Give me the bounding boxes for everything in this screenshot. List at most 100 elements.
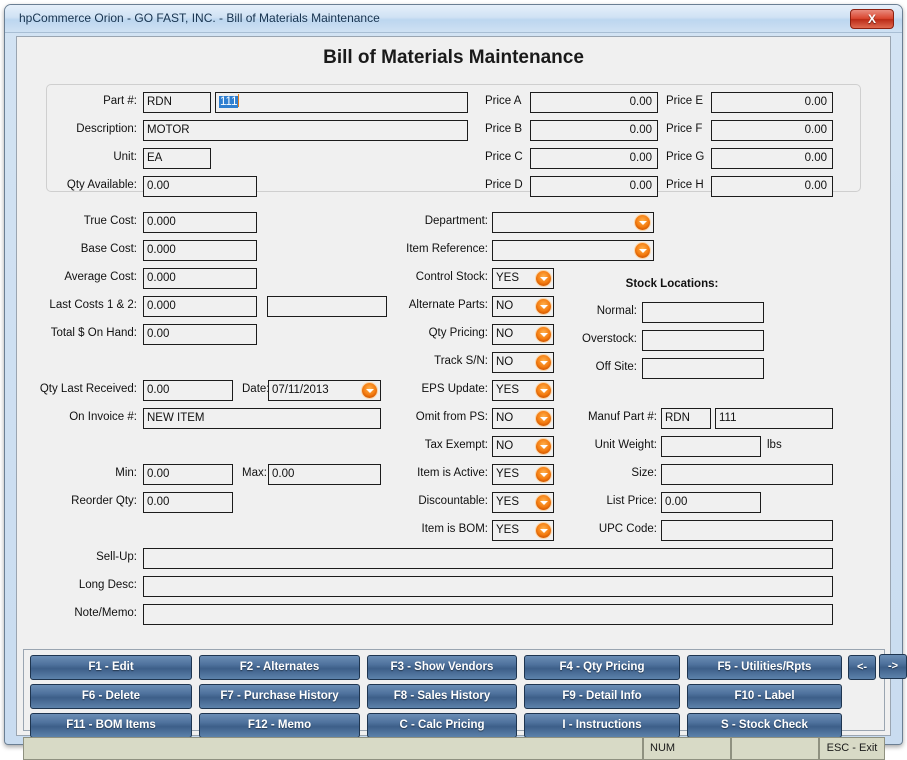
list-price-field[interactable]: 0.00	[661, 492, 761, 513]
true-cost-field[interactable]: 0.000	[143, 212, 257, 233]
note-memo-field[interactable]	[143, 604, 833, 625]
off-site-field[interactable]	[642, 358, 764, 379]
price-e-field[interactable]: 0.00	[711, 92, 833, 113]
chevron-down-icon[interactable]	[536, 467, 551, 482]
chevron-down-icon[interactable]	[635, 243, 650, 258]
application-window: hpCommerce Orion - GO FAST, INC. - Bill …	[4, 4, 907, 760]
upc-code-field[interactable]	[661, 520, 833, 541]
alternate-parts-label: Alternate Parts:	[408, 299, 488, 311]
text-caret	[238, 94, 240, 107]
chevron-down-icon[interactable]	[536, 411, 551, 426]
previous-record-button[interactable]: <-	[848, 655, 876, 680]
price-h-field[interactable]: 0.00	[711, 176, 833, 197]
chevron-down-icon[interactable]	[635, 215, 650, 230]
department-field[interactable]	[492, 212, 654, 233]
chevron-down-icon[interactable]	[536, 327, 551, 342]
eps-update-combo[interactable]: YES	[492, 380, 554, 401]
on-invoice-field[interactable]: NEW ITEM	[143, 408, 381, 429]
total-on-hand-label: Total $ On Hand:	[50, 327, 137, 339]
stock-locations-heading: Stock Locations:	[625, 278, 719, 290]
qty-available-label: Qty Available:	[66, 179, 137, 191]
track-sn-combo[interactable]: NO	[492, 352, 554, 373]
control-stock-combo[interactable]: YES	[492, 268, 554, 289]
chevron-down-icon[interactable]	[536, 523, 551, 538]
department-combo[interactable]	[492, 212, 654, 233]
c-calc-pricing-button[interactable]: C - Calc Pricing	[367, 713, 517, 738]
description-field[interactable]: MOTOR	[143, 120, 468, 141]
tax-exempt-combo[interactable]: NO	[492, 436, 554, 457]
next-record-button[interactable]: ->	[879, 654, 907, 679]
average-cost-field[interactable]: 0.000	[143, 268, 257, 289]
qty-last-received-field[interactable]: 0.00	[143, 380, 233, 401]
reorder-qty-field[interactable]: 0.00	[143, 492, 233, 513]
price-a-field[interactable]: 0.00	[530, 92, 658, 113]
normal-field[interactable]	[642, 302, 764, 323]
manuf-part-prefix-field[interactable]: RDN	[661, 408, 711, 429]
price-d-field[interactable]: 0.00	[530, 176, 658, 197]
last-costs-label: Last Costs 1 & 2:	[49, 299, 137, 311]
f4-qty-pricing-button[interactable]: F4 - Qty Pricing	[524, 655, 680, 680]
base-cost-label: Base Cost:	[80, 243, 137, 255]
chevron-down-icon[interactable]	[536, 383, 551, 398]
true-cost-label: True Cost:	[83, 215, 137, 227]
last-cost-1-field[interactable]: 0.000	[143, 296, 257, 317]
part-number-field[interactable]: 111	[215, 92, 468, 113]
chevron-down-icon[interactable]	[536, 495, 551, 510]
client-area: Bill of Materials Maintenance Part #: RD…	[16, 36, 907, 760]
min-field[interactable]: 0.00	[143, 464, 233, 485]
unit-field[interactable]: EA	[143, 148, 211, 169]
alternate-parts-combo[interactable]: NO	[492, 296, 554, 317]
department-label: Department:	[424, 215, 488, 227]
function-button-bar: F1 - Edit F2 - Alternates F3 - Show Vend…	[23, 649, 885, 738]
price-g-field[interactable]: 0.00	[711, 148, 833, 169]
chevron-down-icon[interactable]	[536, 355, 551, 370]
note-memo-label: Note/Memo:	[74, 607, 137, 619]
overstock-label: Overstock:	[582, 333, 637, 345]
f9-detail-info-button[interactable]: F9 - Detail Info	[524, 684, 680, 709]
size-field[interactable]	[661, 464, 833, 485]
reorder-qty-label: Reorder Qty:	[71, 495, 137, 507]
close-button[interactable]: X	[850, 9, 894, 29]
f11-bom-items-button[interactable]: F11 - BOM Items	[30, 713, 192, 738]
long-desc-label: Long Desc:	[78, 579, 137, 591]
max-field[interactable]: 0.00	[268, 464, 381, 485]
price-b-field[interactable]: 0.00	[530, 120, 658, 141]
discountable-combo[interactable]: YES	[492, 492, 554, 513]
f3-show-vendors-button[interactable]: F3 - Show Vendors	[367, 655, 517, 680]
f1-edit-button[interactable]: F1 - Edit	[30, 655, 192, 680]
item-is-bom-combo[interactable]: YES	[492, 520, 554, 541]
item-reference-combo[interactable]	[492, 240, 654, 261]
i-instructions-button[interactable]: I - Instructions	[524, 713, 680, 738]
item-is-active-label: Item is Active:	[417, 467, 488, 479]
average-cost-label: Average Cost:	[64, 271, 137, 283]
f12-memo-button[interactable]: F12 - Memo	[199, 713, 360, 738]
sell-up-field[interactable]	[143, 548, 833, 569]
item-is-active-combo[interactable]: YES	[492, 464, 554, 485]
min-label: Min:	[115, 467, 137, 479]
f10-label-button[interactable]: F10 - Label	[687, 684, 842, 709]
base-cost-field[interactable]: 0.000	[143, 240, 257, 261]
manuf-part-number-field[interactable]: 111	[715, 408, 833, 429]
overstock-field[interactable]	[642, 330, 764, 351]
s-stock-check-button[interactable]: S - Stock Check	[687, 713, 842, 738]
qty-available-field[interactable]: 0.00	[143, 176, 257, 197]
f2-alternates-button[interactable]: F2 - Alternates	[199, 655, 360, 680]
date-combo[interactable]: 07/11/2013	[268, 380, 381, 401]
chevron-down-icon[interactable]	[536, 271, 551, 286]
f6-delete-button[interactable]: F6 - Delete	[30, 684, 192, 709]
chevron-down-icon[interactable]	[536, 299, 551, 314]
on-invoice-label: On Invoice #:	[69, 411, 137, 423]
total-on-hand-field[interactable]: 0.00	[143, 324, 257, 345]
chevron-down-icon[interactable]	[536, 439, 551, 454]
f7-purchase-history-button[interactable]: F7 - Purchase History	[199, 684, 360, 709]
price-c-field[interactable]: 0.00	[530, 148, 658, 169]
part-prefix-field[interactable]: RDN	[143, 92, 211, 113]
price-f-field[interactable]: 0.00	[711, 120, 833, 141]
long-desc-field[interactable]	[143, 576, 833, 597]
f5-utilities-rpts-button[interactable]: F5 - Utilities/Rpts	[687, 655, 842, 680]
f8-sales-history-button[interactable]: F8 - Sales History	[367, 684, 517, 709]
qty-pricing-combo[interactable]: NO	[492, 324, 554, 345]
item-reference-field[interactable]	[492, 240, 654, 261]
omit-from-ps-combo[interactable]: NO	[492, 408, 554, 429]
unit-weight-field[interactable]	[661, 436, 761, 457]
